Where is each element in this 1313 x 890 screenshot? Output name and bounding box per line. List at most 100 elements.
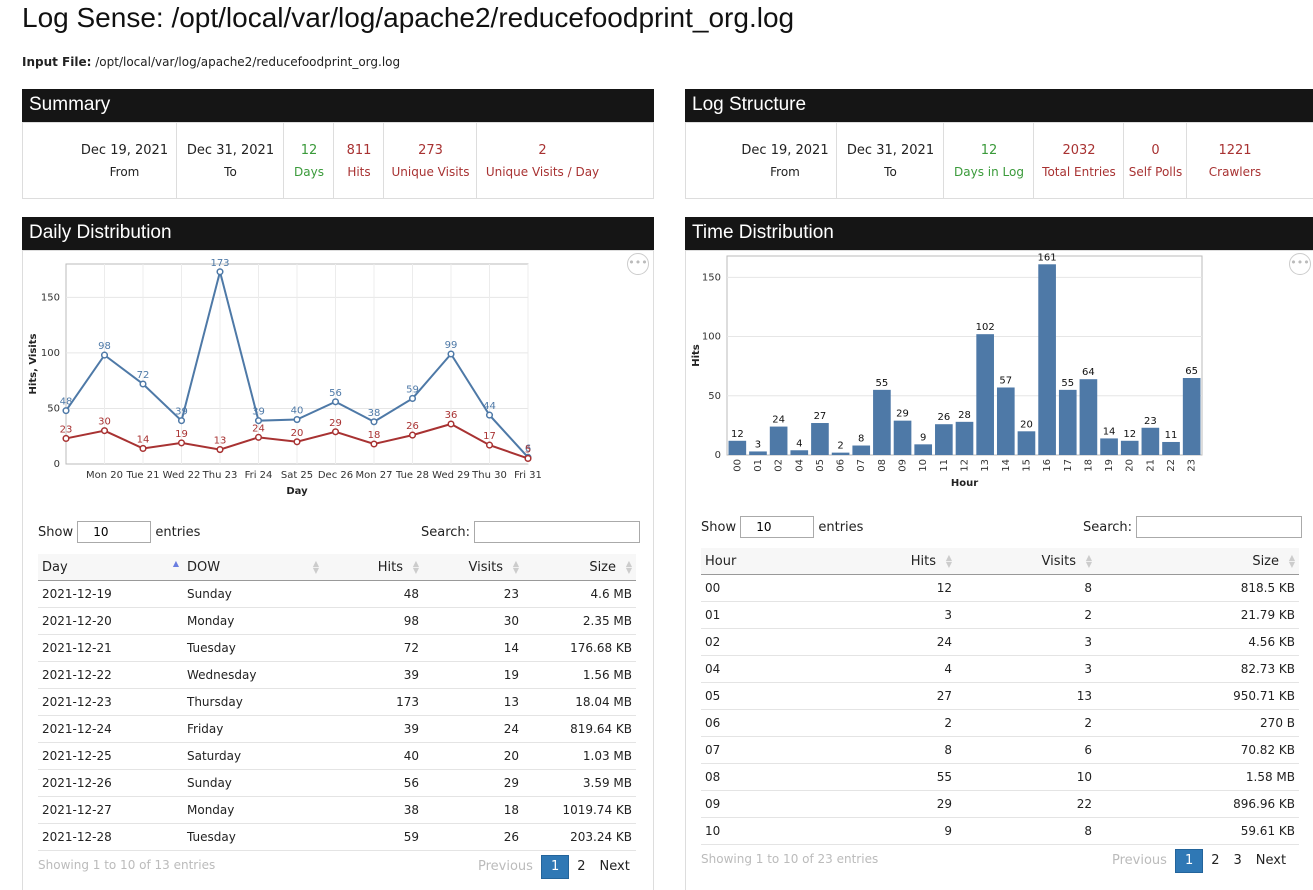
table-row: 2021-12-27 Monday 38 18 1019.74 KB bbox=[38, 796, 636, 824]
data-label: 173 bbox=[210, 258, 229, 269]
pagination-page-1[interactable]: 1 bbox=[1174, 849, 1204, 873]
table-cell: 26 bbox=[423, 823, 523, 851]
data-point bbox=[293, 438, 301, 446]
x-tick-label: 23 bbox=[1187, 459, 1198, 472]
data-label: 24 bbox=[772, 415, 785, 426]
x-tick-label: 17 bbox=[1063, 459, 1074, 472]
column-header[interactable]: Visits ▲ ▼ bbox=[423, 554, 523, 581]
table-cell: 38 bbox=[323, 796, 423, 824]
column-header-label: Hits bbox=[910, 553, 936, 569]
stat-label: Days bbox=[294, 165, 324, 179]
time-length-select[interactable] bbox=[740, 516, 815, 538]
table-row: 2021-12-21 Tuesday 72 14 176.68 KB bbox=[38, 634, 636, 662]
table-cell: 10 bbox=[701, 817, 831, 845]
table-cell: 40 bbox=[323, 742, 423, 770]
data-point bbox=[100, 427, 109, 435]
data-label: 40 bbox=[291, 406, 304, 417]
table-cell: 01 bbox=[701, 601, 831, 629]
pagination-page-3[interactable]: 3 bbox=[1228, 850, 1248, 872]
input-file-path: /opt/local/var/log/apache2/reducefoodpri… bbox=[95, 55, 401, 69]
time-chart-menu-button[interactable]: ••• bbox=[1289, 253, 1311, 275]
table-cell: 2021-12-21 bbox=[38, 634, 183, 662]
daily-length-select[interactable] bbox=[77, 521, 152, 543]
table-cell: 13 bbox=[423, 688, 523, 716]
data-label: 161 bbox=[1038, 252, 1057, 263]
data-label: 48 bbox=[60, 397, 73, 408]
table-cell: 1.56 MB bbox=[523, 661, 636, 689]
column-header[interactable]: Day ▲ bbox=[38, 554, 183, 581]
bar bbox=[1120, 440, 1139, 455]
x-tick-label: 21 bbox=[1145, 459, 1156, 472]
table-cell: 2021-12-20 bbox=[38, 607, 183, 635]
stat-value: 1221 bbox=[1218, 143, 1252, 158]
table-cell: 04 bbox=[701, 655, 831, 683]
x-tick-label: 15 bbox=[1021, 459, 1032, 472]
data-label: 14 bbox=[1103, 426, 1116, 437]
data-label: 8 bbox=[858, 434, 864, 445]
column-header[interactable]: Hits ▲ ▼ bbox=[831, 548, 956, 575]
table-row: 09 29 22 896.96 KB bbox=[701, 790, 1299, 818]
daily-chart-menu-button[interactable]: ••• bbox=[627, 253, 649, 275]
x-tick-label: Sat 25 bbox=[281, 470, 313, 481]
table-cell: 3 bbox=[956, 655, 1096, 683]
x-tick-label: Tue 21 bbox=[126, 470, 160, 481]
stat-to: Dec 31, 2021 To bbox=[176, 123, 284, 198]
daily-search-input[interactable] bbox=[474, 521, 641, 543]
data-label: 3 bbox=[755, 439, 761, 450]
data-label: 72 bbox=[137, 370, 150, 381]
pagination-previous-button[interactable]: Previous bbox=[1106, 850, 1173, 872]
x-tick-label: Thu 30 bbox=[471, 470, 507, 481]
data-point bbox=[485, 411, 494, 419]
table-cell: Tuesday bbox=[183, 823, 323, 851]
table-cell: 06 bbox=[701, 709, 831, 737]
column-header-label: Day bbox=[42, 559, 68, 575]
data-label: 26 bbox=[406, 421, 419, 432]
pagination-next-button[interactable]: Next bbox=[594, 856, 636, 878]
data-label: 20 bbox=[1020, 419, 1033, 430]
column-header-label: Size bbox=[589, 559, 616, 575]
column-header[interactable]: DOW ▲ ▼ bbox=[183, 554, 323, 581]
data-point bbox=[408, 431, 417, 439]
column-header[interactable]: Hits ▲ ▼ bbox=[323, 554, 423, 581]
pagination-page-1[interactable]: 1 bbox=[540, 855, 570, 879]
stat-total-entries: 2032 Total Entries bbox=[1033, 123, 1124, 198]
table-cell: 19 bbox=[423, 661, 523, 689]
column-header[interactable]: Size ▲ ▼ bbox=[1096, 548, 1299, 575]
y-tick-label: 50 bbox=[708, 391, 721, 402]
summary-panel: Dec 19, 2021 From Dec 31, 2021 To 12 Day… bbox=[22, 122, 654, 199]
table-cell: 2021-12-25 bbox=[38, 742, 183, 770]
column-header[interactable]: Size ▲ ▼ bbox=[523, 554, 636, 581]
table-cell: 13 bbox=[956, 682, 1096, 710]
stat-label: Hits bbox=[347, 165, 371, 179]
y-axis-label: Hits, Visits bbox=[28, 334, 39, 395]
table-row: 2021-12-23 Thursday 173 13 18.04 MB bbox=[38, 688, 636, 716]
pagination-next-button[interactable]: Next bbox=[1250, 850, 1292, 872]
stat-label: To bbox=[884, 165, 897, 179]
x-tick-label: Mon 27 bbox=[356, 470, 393, 481]
column-header-label: Hour bbox=[705, 553, 737, 569]
table-cell: 4.56 KB bbox=[1096, 628, 1299, 656]
column-header[interactable]: Visits ▲ ▼ bbox=[956, 548, 1096, 575]
data-label: 56 bbox=[329, 388, 342, 399]
x-tick-label: Thu 23 bbox=[202, 470, 238, 481]
stat-crawlers: 1221 Crawlers bbox=[1186, 123, 1283, 198]
table-cell: 55 bbox=[831, 763, 956, 791]
data-label: 14 bbox=[137, 434, 150, 445]
column-header[interactable]: Hour▲ bbox=[701, 548, 869, 575]
table-cell: 896.96 KB bbox=[1096, 790, 1299, 818]
column-header-label: Size bbox=[1252, 553, 1279, 569]
time-search-input[interactable] bbox=[1136, 516, 1303, 538]
pagination-page-2[interactable]: 2 bbox=[571, 856, 591, 878]
input-file-label: Input File: bbox=[22, 55, 92, 69]
pagination-previous-button[interactable]: Previous bbox=[472, 856, 539, 878]
data-label: 24 bbox=[252, 423, 265, 434]
pagination-page-2[interactable]: 2 bbox=[1205, 850, 1225, 872]
table-cell: 72 bbox=[323, 634, 423, 662]
table-cell: Friday bbox=[183, 715, 323, 743]
data-label: 17 bbox=[483, 431, 496, 442]
time-pagination: Previous 1 2 3 Next bbox=[1104, 849, 1292, 873]
table-cell: Saturday bbox=[183, 742, 323, 770]
data-label: 2 bbox=[837, 441, 843, 452]
x-tick-label: Fri 24 bbox=[245, 470, 273, 481]
table-row: 05 27 13 950.71 KB bbox=[701, 682, 1299, 710]
